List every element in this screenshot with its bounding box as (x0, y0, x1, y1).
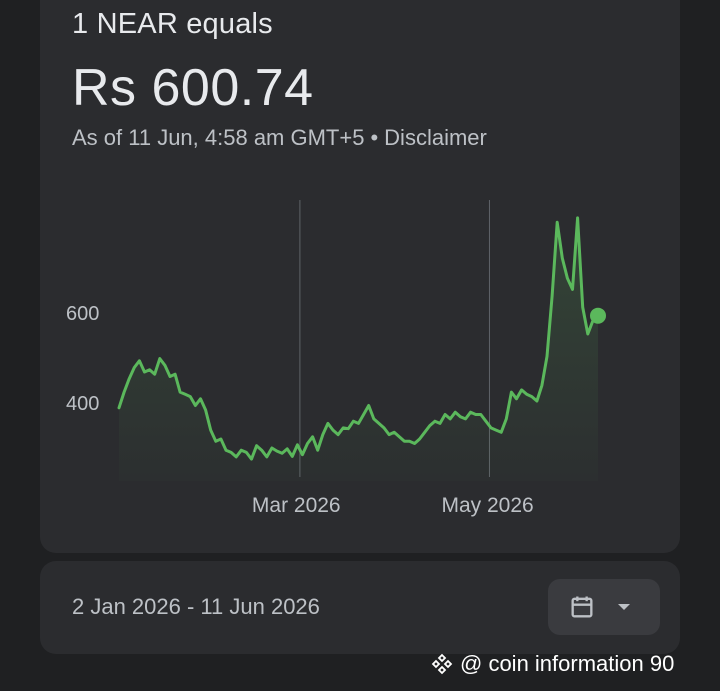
calendar-icon (571, 596, 593, 618)
current-price-marker (590, 307, 606, 324)
price-chart[interactable] (0, 0, 720, 553)
binance-logo (431, 653, 453, 675)
chevron-down-icon (618, 604, 630, 610)
price-area-fill (119, 217, 598, 481)
date-range-label: 2 Jan 2026 - 11 Jun 2026 (72, 594, 320, 619)
watermark-text: @ coin information 90 (460, 651, 675, 676)
y-tick-label: 600 (66, 303, 100, 326)
watermark: @ coin information 90 (430, 651, 674, 677)
y-tick-label: 400 (66, 392, 100, 415)
x-tick-label: May 2026 (441, 494, 534, 517)
x-tick-label: Mar 2026 (251, 494, 341, 517)
date-range-picker-button[interactable] (548, 579, 660, 635)
